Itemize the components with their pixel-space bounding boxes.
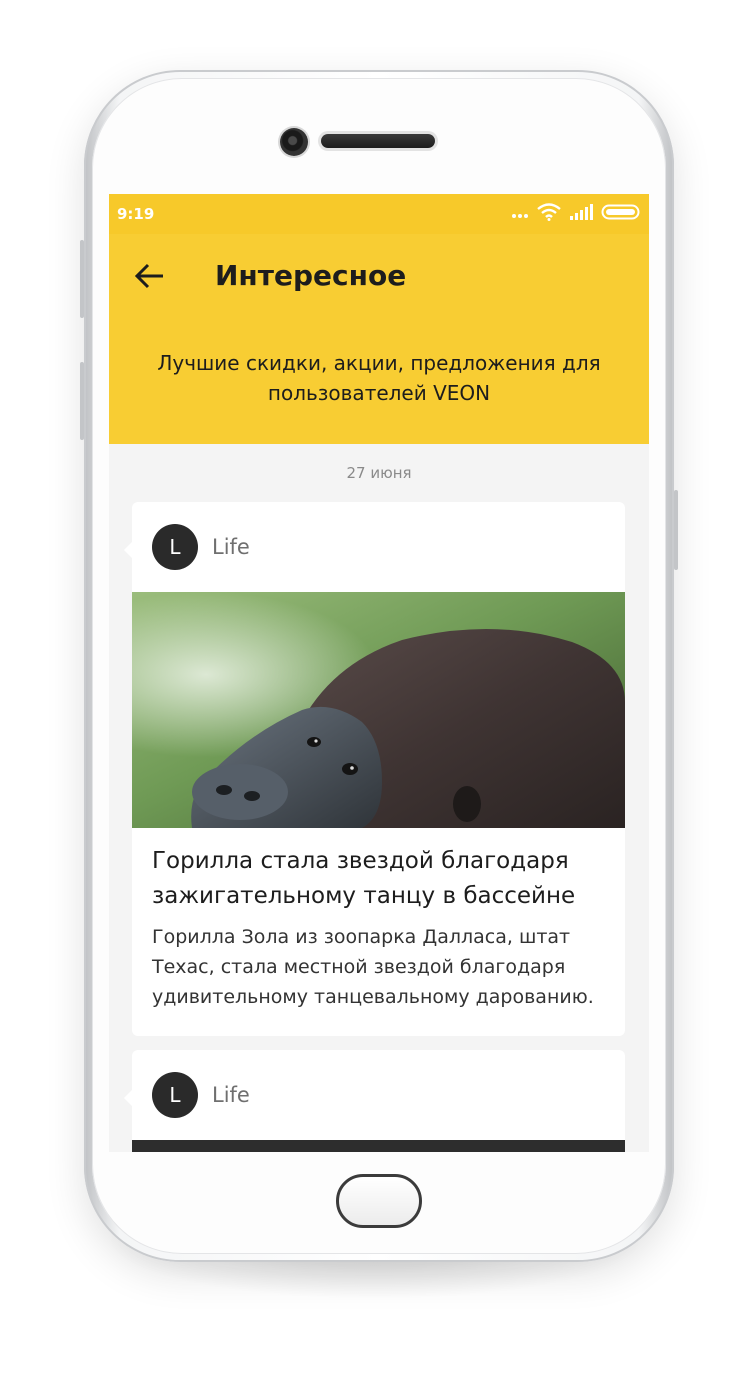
volume-up-button — [80, 240, 84, 318]
source-avatar: L — [152, 524, 198, 570]
card-notch — [124, 1090, 132, 1106]
source-avatar: L — [152, 1072, 198, 1118]
earpiece-speaker — [321, 134, 435, 148]
source-name: Life — [212, 1083, 250, 1107]
gorilla-image[interactable] — [132, 592, 625, 828]
source-name: Life — [212, 535, 250, 559]
news-card[interactable]: L Life — [124, 1050, 625, 1152]
card-description: Горилла Зола из зоопарка Далласа, штат Т… — [152, 926, 594, 1008]
card-title[interactable]: Горилла стала звездой благодаря зажигате… — [152, 844, 607, 914]
status-icons — [511, 203, 641, 225]
card-image[interactable] — [132, 1140, 625, 1152]
home-button[interactable] — [336, 1174, 422, 1228]
battery-icon — [601, 203, 641, 225]
page-title: Интересное — [215, 259, 407, 292]
news-card[interactable]: L Life — [124, 502, 625, 1036]
arrow-back-icon — [131, 263, 171, 300]
page-subtitle: Лучшие скидки, акции, предложения для по… — [157, 351, 601, 405]
back-button[interactable] — [131, 256, 171, 296]
more-dots-icon — [511, 205, 529, 223]
wifi-icon — [537, 203, 561, 225]
card-header: L Life — [152, 524, 250, 570]
card-header: L Life — [152, 1072, 250, 1118]
front-camera — [280, 128, 308, 156]
volume-down-button — [80, 362, 84, 440]
card-notch — [124, 542, 132, 558]
app-header: Интересное Лучшие скидки, акции, предлож… — [109, 234, 649, 444]
status-time: 9:19 — [117, 205, 155, 223]
feed-date: 27 июня — [346, 464, 412, 482]
status-bar: 9:19 — [109, 194, 649, 234]
signal-icon — [569, 203, 593, 225]
power-button — [674, 490, 678, 570]
app-screen: 9:19 Интересное Лучшие скидки, акции, пр… — [109, 194, 649, 1152]
